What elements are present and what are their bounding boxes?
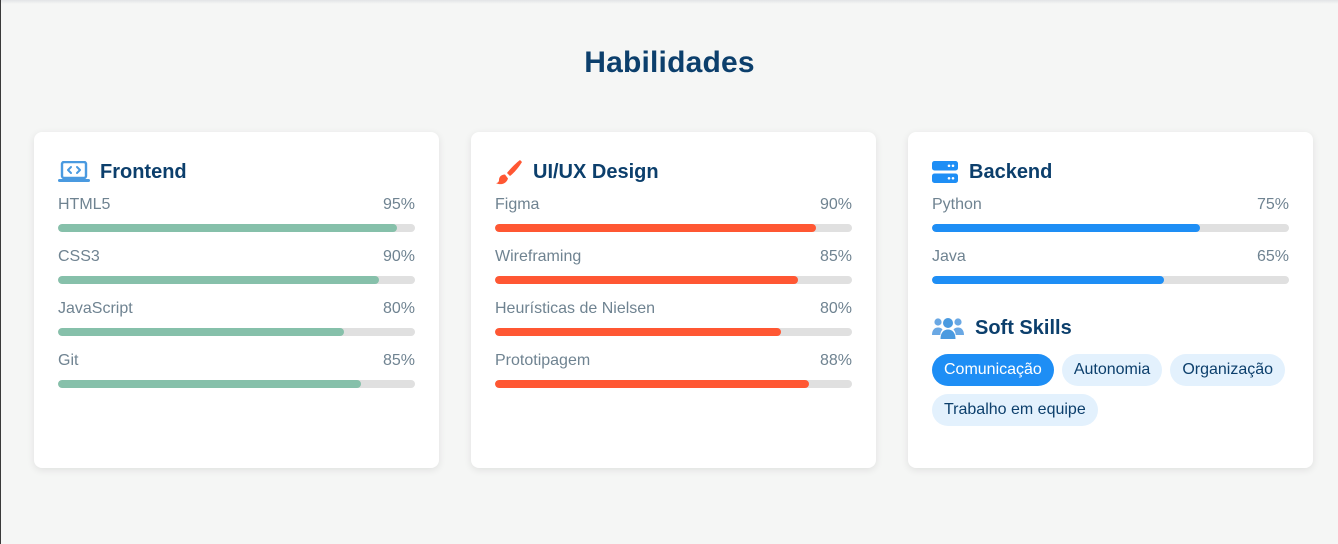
soft-skill-tag[interactable]: Organização (1170, 354, 1286, 386)
card-header: Backend (932, 160, 1289, 184)
frontend-card: Frontend HTML5 95% CSS3 90% JavaScript 80% Git… (34, 132, 439, 468)
skill-percent: 75% (1256, 196, 1289, 213)
skill-item: CSS3 90% (58, 248, 415, 300)
card-title: Frontend (100, 160, 187, 183)
skill-item: Figma 90% (495, 196, 852, 248)
soft-skill-tag[interactable]: Comunicação (932, 354, 1054, 386)
skill-row: Wireframing 85% (495, 248, 852, 266)
skill-item: Prototipagem 88% (495, 352, 852, 404)
skill-name: Prototipagem (495, 352, 591, 369)
skill-name: JavaScript (58, 300, 133, 317)
skill-item: Heurísticas de Nielsen 80% (495, 300, 852, 352)
skill-percent: 90% (382, 248, 415, 265)
skill-item: JavaScript 80% (58, 300, 415, 352)
skill-percent: 88% (819, 352, 852, 369)
progress-fill (58, 380, 362, 388)
skill-name: Figma (495, 196, 540, 213)
users-icon (932, 316, 964, 340)
progress-track (495, 224, 852, 232)
skill-row: Python 75% (932, 196, 1289, 214)
uiux-card: UI/UX Design Figma 90% Wireframing 85% Heurí… (471, 132, 876, 468)
progress-track (58, 224, 415, 232)
progress-fill (495, 328, 781, 336)
progress-track (495, 328, 852, 336)
skill-list: Figma 90% Wireframing 85% Heurísticas de Nie… (495, 196, 852, 404)
section-title: Habilidades (584, 46, 755, 79)
progress-fill (495, 380, 810, 388)
progress-track (58, 328, 415, 336)
progress-track (495, 276, 852, 284)
card-header: UI/UX Design (495, 160, 852, 185)
progress-fill (932, 276, 1165, 284)
skill-row: Java 65% (932, 248, 1289, 266)
progress-fill (58, 224, 398, 232)
laptop-code-icon (58, 160, 90, 184)
skill-percent: 65% (1256, 248, 1289, 265)
progress-fill (932, 224, 1200, 232)
skill-item: Python 75% (932, 196, 1289, 248)
skill-name: HTML5 (58, 196, 111, 213)
skill-row: Prototipagem 88% (495, 352, 852, 370)
card-title: UI/UX Design (533, 160, 659, 183)
skill-percent: 80% (819, 300, 852, 317)
skill-name: Heurísticas de Nielsen (495, 300, 656, 317)
skill-row: JavaScript 80% (58, 300, 415, 318)
skill-percent: 95% (382, 196, 415, 213)
card-title: Backend (969, 160, 1053, 183)
progress-track (932, 224, 1289, 232)
skill-item: Java 65% (932, 248, 1289, 300)
progress-fill (495, 224, 817, 232)
skill-list: HTML5 95% CSS3 90% JavaScript 80% Git 85% (58, 196, 415, 404)
skill-row: HTML5 95% (58, 196, 415, 214)
progress-track (58, 380, 415, 388)
top-shadow (1, 0, 1338, 4)
skill-item: Git 85% (58, 352, 415, 404)
skill-list: Python 75% Java 65% (932, 196, 1289, 300)
skill-name: Wireframing (495, 248, 582, 265)
skill-row: Git 85% (58, 352, 415, 370)
skill-item: Wireframing 85% (495, 248, 852, 300)
soft-skills-tags: Comunicação Autonomia Organização Trabalho … (932, 354, 1289, 426)
skill-row: CSS3 90% (58, 248, 415, 266)
paintbrush-icon (495, 160, 523, 185)
skill-percent: 90% (819, 196, 852, 213)
soft-skill-tag[interactable]: Trabalho em equipe (932, 394, 1098, 426)
skill-name: CSS3 (58, 248, 100, 265)
skill-row: Heurísticas de Nielsen 80% (495, 300, 852, 318)
skill-percent: 85% (819, 248, 852, 265)
soft-skills-header: Soft Skills (932, 316, 1289, 340)
server-icon (932, 160, 958, 184)
backend-card: Backend Python 75% Java 65% Soft Skills Com… (908, 132, 1313, 468)
progress-track (932, 276, 1289, 284)
card-header: Frontend (58, 160, 415, 184)
soft-skill-tag[interactable]: Autonomia (1061, 354, 1163, 386)
skill-name: Java (932, 248, 966, 265)
skill-percent: 85% (382, 352, 415, 369)
progress-track (58, 276, 415, 284)
progress-fill (58, 276, 380, 284)
skill-row: Figma 90% (495, 196, 852, 214)
skill-item: HTML5 95% (58, 196, 415, 248)
progress-track (495, 380, 852, 388)
progress-fill (495, 276, 799, 284)
skill-name: Python (932, 196, 982, 213)
skill-name: Git (58, 352, 79, 369)
soft-skills-title: Soft Skills (975, 316, 1072, 339)
progress-fill (58, 328, 344, 336)
skill-percent: 80% (382, 300, 415, 317)
